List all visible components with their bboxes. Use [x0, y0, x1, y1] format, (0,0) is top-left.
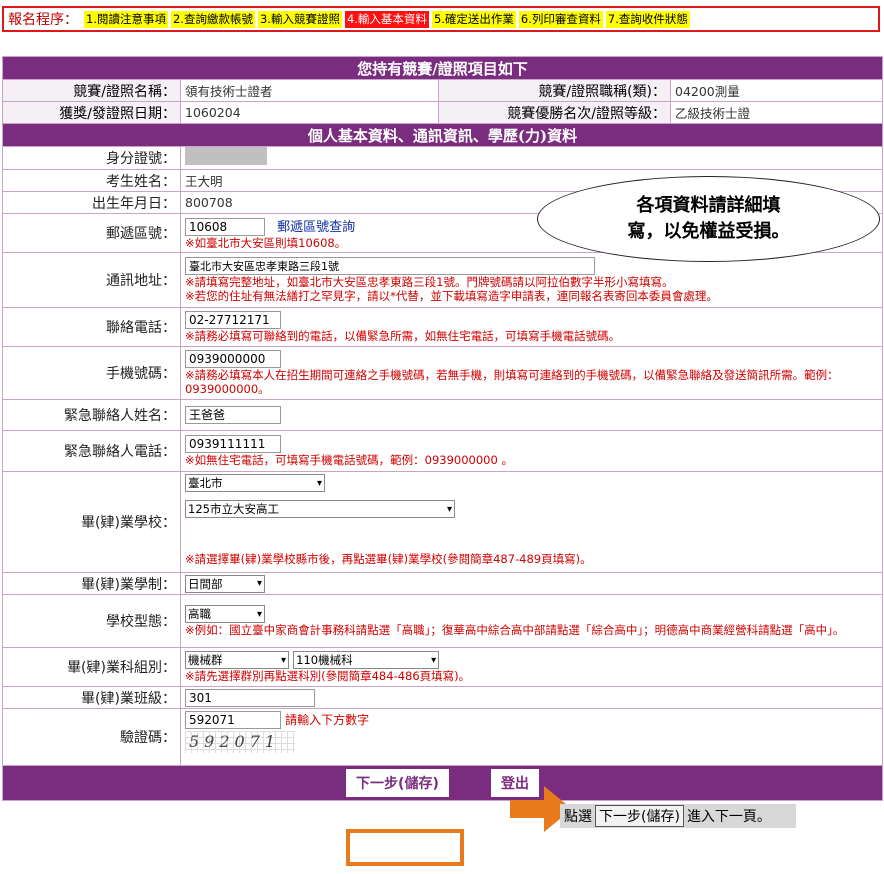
- captcha-note: 請輸入下方數字: [285, 713, 370, 727]
- mobile-label: 手機號碼：: [2, 346, 181, 400]
- emg-phone-label: 緊急聯絡人電話：: [2, 430, 181, 472]
- chevron-down-icon: ▾: [280, 654, 286, 666]
- dept-value: 110機械科: [296, 653, 353, 667]
- cert-name-value: 領有技術士證者: [180, 79, 439, 102]
- chevron-down-icon: ▾: [316, 477, 322, 489]
- hint-button-label: 下一步(儲存): [595, 805, 684, 827]
- registration-form: 您持有競賽/證照項目如下 競賽/證照名稱： 領有技術士證者 競賽/證照職稱(類)…: [1, 56, 884, 801]
- form-footer: 下一步(儲存) 登出: [1, 765, 884, 801]
- cert-date-value: 1060204: [180, 101, 439, 124]
- type-note: ※例如：國立臺中家商會計事務科請點選「高職」；復華高中綜合高中部請點選「綜合高中…: [185, 623, 845, 637]
- mobile-note: ※請務必填寫本人在招生期間可連絡之手機號碼，若無手機，則填寫可連絡到的手機號碼，…: [185, 368, 839, 396]
- birth-label: 出生年月日：: [2, 191, 181, 214]
- chevron-down-icon: ▾: [431, 654, 437, 666]
- steps-label: 報名程序：: [8, 12, 78, 28]
- emg-name-input[interactable]: 王爸爸: [185, 406, 281, 424]
- phone-label: 聯絡電話：: [2, 307, 181, 347]
- progress-steps: 報名程序： 1.閱讀注意事項 2.查詢繳款帳號 3.輸入競賽證照 4.輸入基本資…: [2, 6, 880, 32]
- emg-phone-note: ※如無住宅電話，可填寫手機電話號碼，範例：0939000000 。: [185, 453, 513, 467]
- cert-title-value: 04200測量: [669, 79, 884, 102]
- address-input[interactable]: 臺北市大安區忠孝東路三段1號: [185, 257, 595, 275]
- type-label: 學校型態：: [2, 594, 181, 648]
- step-4-active[interactable]: 4.輸入基本資料: [344, 10, 429, 28]
- step-6[interactable]: 6.列印審查資料: [518, 10, 603, 28]
- chevron-down-icon: ▾: [446, 503, 452, 515]
- callout-bubble: 各項資料請詳細填 寫，以免權益受損。: [537, 176, 880, 262]
- name-label: 考生姓名：: [2, 169, 181, 192]
- school-city-value: 臺北市: [188, 476, 223, 490]
- id-field-redacted: [185, 147, 267, 165]
- school-label: 畢(肄)業學校：: [2, 471, 181, 573]
- step-7[interactable]: 7.查詢收件狀態: [605, 10, 690, 28]
- zip-lookup-link[interactable]: 郵遞區號查詢: [277, 220, 355, 235]
- cert-date-label: 獲獎/發證照日期：: [2, 101, 181, 124]
- captcha-label: 驗證碼：: [2, 708, 181, 766]
- next-save-button[interactable]: 下一步(儲存): [345, 768, 450, 798]
- dept-select[interactable]: 110機械科 ▾: [293, 651, 440, 669]
- hint-post: 進入下一頁。: [686, 809, 771, 825]
- system-select[interactable]: 日間部 ▾: [185, 574, 265, 593]
- personal-header: 個人基本資料、通訊資訊、學歷(力)資料: [1, 123, 884, 147]
- addr-note-1: ※請填寫完整地址，如臺北市大安區忠孝東路三段1號。門牌號碼請以阿拉伯數字半形小寫…: [185, 275, 674, 289]
- type-value: 高職: [188, 607, 211, 621]
- step-2[interactable]: 2.查詢繳款帳號: [170, 10, 255, 28]
- step-5[interactable]: 5.確定送出作業: [431, 10, 516, 28]
- hint-pre: 點選: [564, 809, 592, 825]
- zip-label: 郵遞區號：: [2, 213, 181, 253]
- zip-input[interactable]: 10608: [185, 218, 265, 236]
- class-input[interactable]: 301: [185, 688, 315, 707]
- class-label: 畢(肄)業班級：: [2, 686, 181, 709]
- cert-rank-label: 競賽優勝名次/證照等級：: [438, 101, 671, 124]
- group-label: 畢(肄)業科組別：: [2, 647, 181, 687]
- cert-header: 您持有競賽/證照項目如下: [1, 56, 884, 80]
- cert-title-label: 競賽/證照職稱(類)：: [438, 79, 671, 102]
- group-value: 機械群: [188, 653, 223, 667]
- school-value: 125市立大安高工: [188, 502, 279, 516]
- callout-line-1: 各項資料請詳細填: [636, 195, 781, 216]
- group-note: ※請先選擇群別再點選科別(參閱簡章484-486頁填寫)。: [185, 669, 471, 683]
- system-label: 畢(肄)業學制：: [2, 572, 181, 595]
- step-1[interactable]: 1.閱讀注意事項: [84, 10, 168, 28]
- next-step-hint: 點選 下一步(儲存) 進入下一頁。: [560, 804, 796, 828]
- cert-name-label: 競賽/證照名稱：: [2, 79, 181, 102]
- school-type-select[interactable]: 高職 ▾: [185, 605, 265, 623]
- next-button-highlight: [346, 829, 464, 866]
- addr-label: 通訊地址：: [2, 252, 181, 308]
- step-3[interactable]: 3.輸入競賽證照: [257, 10, 342, 28]
- system-value: 日間部: [188, 576, 223, 591]
- phone-note: ※請務必填寫可聯絡到的電話，以備緊急所需，如無住宅電話，可填寫手機電話號碼。: [185, 329, 621, 343]
- cert-rank-value: 乙級技術士證: [669, 101, 884, 124]
- emg-phone-input[interactable]: 0939111111: [185, 435, 281, 453]
- captcha-image: 592071: [185, 731, 295, 753]
- school-city-select[interactable]: 臺北市 ▾: [185, 474, 325, 492]
- addr-note-2: ※若您的住址有無法繕打之罕見字，請以*代替，並下載填寫造字申請表，連同報名表寄回…: [185, 289, 718, 303]
- mobile-input[interactable]: 0939000000: [185, 350, 281, 368]
- chevron-down-icon: ▾: [256, 608, 262, 620]
- school-note: ※請選擇畢(肄)業學校縣市後，再點選畢(肄)業學校(參閱簡章487-489頁填寫…: [185, 552, 592, 566]
- phone-input[interactable]: 02-27712171: [185, 311, 281, 329]
- school-select[interactable]: 125市立大安高工 ▾: [185, 500, 455, 518]
- id-label: 身分證號：: [2, 146, 181, 170]
- captcha-input[interactable]: 592071: [185, 711, 281, 729]
- emg-name-label: 緊急聯絡人姓名：: [2, 399, 181, 431]
- chevron-down-icon: ▾: [256, 578, 262, 589]
- group-select[interactable]: 機械群 ▾: [185, 651, 289, 669]
- callout-line-2: 寫，以免權益受損。: [627, 221, 790, 242]
